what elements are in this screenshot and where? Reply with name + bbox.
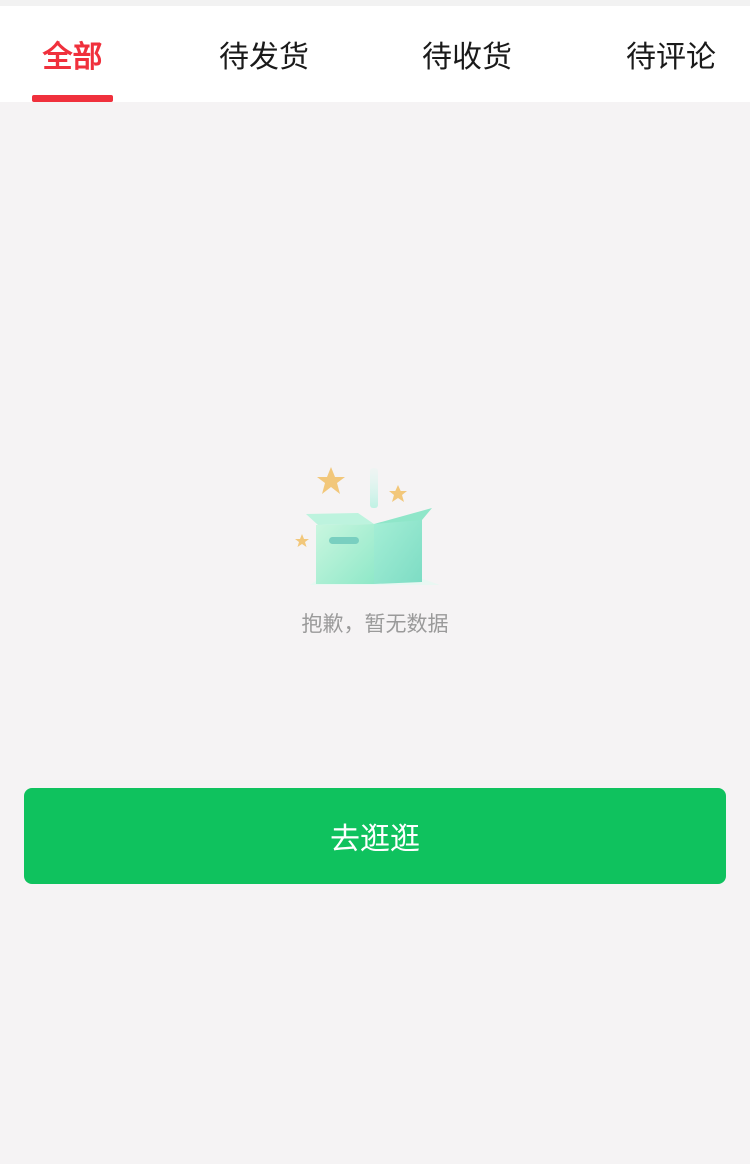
order-status-tabs: 全部 待发货 待收货 待评论: [0, 6, 750, 102]
tab-pending-receipt[interactable]: 待收货: [413, 6, 521, 102]
active-tab-indicator: [32, 95, 113, 102]
tab-all[interactable]: 全部: [32, 6, 113, 102]
go-shopping-button[interactable]: 去逛逛: [24, 788, 726, 884]
empty-box-icon: [295, 467, 440, 585]
empty-state-message: 抱歉，暂无数据: [301, 612, 449, 636]
tab-pending-review[interactable]: 待评论: [617, 6, 725, 102]
tab-pending-shipment[interactable]: 待发货: [210, 6, 318, 102]
